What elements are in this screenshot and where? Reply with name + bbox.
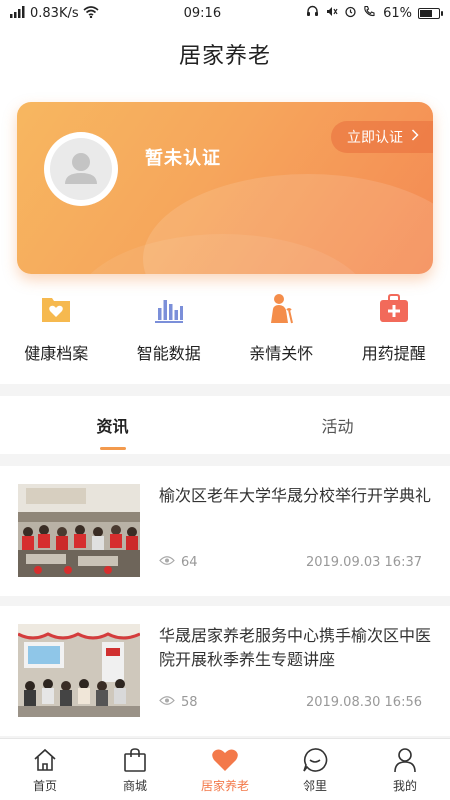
- tab-activities[interactable]: 活动: [225, 396, 450, 454]
- news-item[interactable]: 华晟居家养老服务中心携手榆次区中医院开展秋季养生专题讲座 58 2019.08.…: [0, 606, 450, 736]
- battery-fill: [420, 9, 433, 17]
- eye-icon: [159, 555, 175, 570]
- medicine-reminder-icon: [377, 292, 411, 326]
- eye-icon: [159, 695, 175, 710]
- news-thumbnail: [18, 624, 140, 717]
- nav-mall[interactable]: 商城: [90, 739, 180, 800]
- nav-label: 邻里: [302, 778, 327, 793]
- mute-icon: [325, 5, 338, 21]
- wifi-icon: [83, 5, 99, 21]
- avatar[interactable]: [44, 132, 118, 206]
- news-title: 榆次区老年大学华晟分校举行开学典礼: [159, 486, 432, 505]
- news-date: 2019.09.03 16:37: [305, 555, 422, 570]
- signal-icon: [10, 5, 26, 21]
- shopping-bag-icon: [121, 746, 149, 774]
- alarm-icon: [344, 5, 357, 21]
- quick-action-label: 健康档案: [24, 344, 89, 363]
- nav-label: 居家养老: [200, 778, 249, 793]
- health-record-icon: [39, 292, 73, 326]
- news-views: 64: [159, 555, 198, 570]
- content-tabs: 资讯 活动: [0, 396, 450, 454]
- profile-card[interactable]: 暂未认证 立即认证: [17, 102, 433, 274]
- headset-icon: [306, 5, 319, 21]
- home-icon: [31, 746, 59, 774]
- top-section: 暂未认证 立即认证 健康档案 智能数据 亲情关怀 用药提醒: [0, 82, 450, 384]
- status-bar: 0.83K/s 09:16 61%: [0, 0, 450, 26]
- call-icon: [363, 5, 377, 21]
- nav-label: 我的: [392, 778, 417, 793]
- nav-home[interactable]: 首页: [0, 739, 90, 800]
- news-list: 榆次区老年大学华晟分校举行开学典礼 64 2019.09.03 16:37 华晟…: [0, 466, 450, 746]
- battery-icon: [418, 7, 443, 19]
- view-count: 58: [181, 695, 198, 710]
- user-icon: [391, 746, 419, 774]
- quick-action-health-record[interactable]: 健康档案: [0, 292, 113, 372]
- news-views: 58: [159, 695, 198, 710]
- quick-actions: 健康档案 智能数据 亲情关怀 用药提醒: [0, 292, 450, 372]
- quick-action-label: 用药提醒: [361, 344, 426, 363]
- avatar-placeholder-icon: [50, 138, 112, 200]
- clock: 09:16: [183, 5, 222, 21]
- quick-action-family-care[interactable]: 亲情关怀: [225, 292, 338, 372]
- chat-icon: [301, 746, 329, 774]
- news-title: 华晟居家养老服务中心携手榆次区中医院开展秋季养生专题讲座: [159, 626, 432, 669]
- verify-now-button[interactable]: 立即认证: [331, 121, 433, 153]
- view-count: 64: [181, 555, 198, 570]
- tab-news[interactable]: 资讯: [0, 396, 225, 454]
- nav-profile[interactable]: 我的: [360, 739, 450, 800]
- nav-neighbors[interactable]: 邻里: [270, 739, 360, 800]
- auth-status-text: 暂未认证: [145, 148, 221, 169]
- heart-icon: [211, 746, 239, 774]
- quick-action-medicine-reminder[interactable]: 用药提醒: [338, 292, 450, 372]
- nav-label: 商城: [122, 778, 147, 793]
- network-speed: 0.83K/s: [30, 5, 79, 21]
- news-thumbnail: [18, 484, 140, 577]
- bottom-navigation: 首页 商城 居家养老 邻里 我的: [0, 738, 450, 800]
- page-header: 居家养老: [0, 26, 450, 82]
- smart-data-icon: [152, 292, 186, 326]
- nav-home-care[interactable]: 居家养老: [180, 739, 270, 800]
- news-date: 2019.08.30 16:56: [305, 695, 422, 710]
- battery-percent: 61%: [383, 5, 412, 21]
- card-decoration: [143, 174, 433, 274]
- quick-action-label: 智能数据: [136, 344, 201, 363]
- quick-action-smart-data[interactable]: 智能数据: [113, 292, 226, 372]
- nav-label: 首页: [32, 778, 57, 793]
- chevron-right-icon: [411, 129, 419, 145]
- quick-action-label: 亲情关怀: [249, 344, 314, 363]
- news-item[interactable]: 榆次区老年大学华晟分校举行开学典礼 64 2019.09.03 16:37: [0, 466, 450, 596]
- verify-now-label: 立即认证: [347, 130, 403, 146]
- family-care-icon: [264, 292, 298, 326]
- status-left: 0.83K/s: [10, 5, 99, 21]
- page-title: 居家养老: [178, 44, 271, 69]
- status-right: 61%: [306, 5, 443, 21]
